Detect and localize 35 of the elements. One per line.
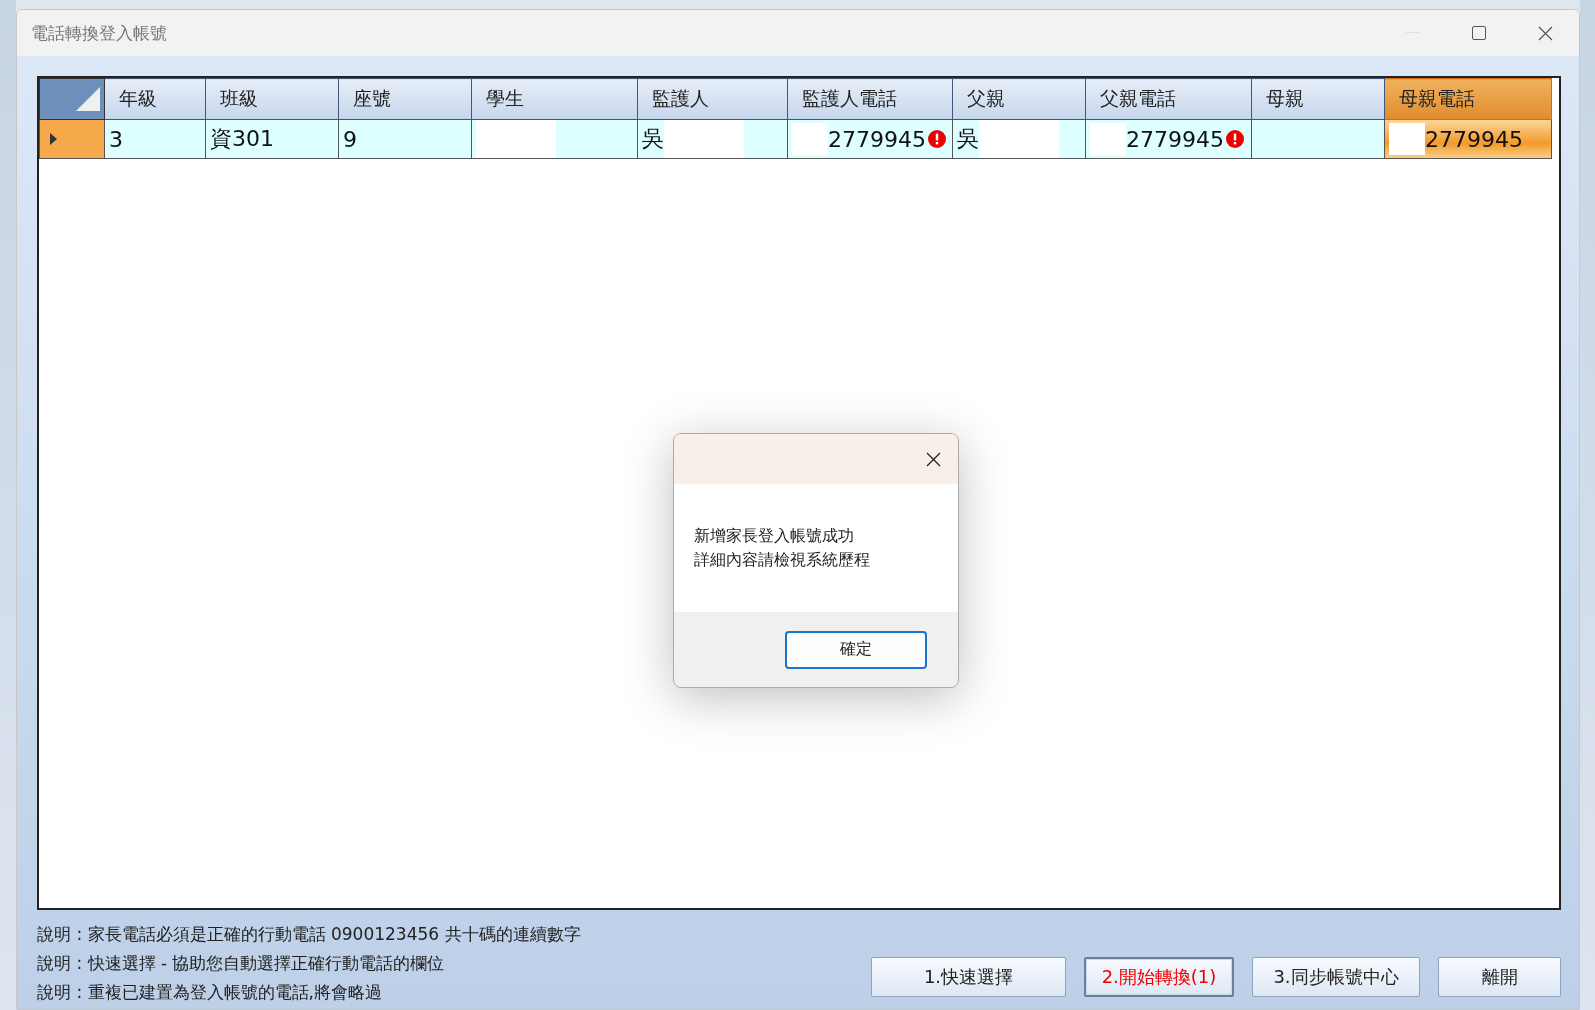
column-header[interactable]: 班級 — [205, 78, 339, 120]
action-button[interactable]: 3.同步帳號中心 — [1252, 957, 1420, 997]
action-button[interactable]: 離開 — [1438, 957, 1561, 997]
column-header[interactable]: 年級 — [104, 78, 206, 120]
cell-text: 吳 — [957, 125, 979, 153]
ok-button[interactable]: 確定 — [785, 630, 927, 669]
column-header[interactable]: 母親 — [1251, 78, 1385, 120]
window-title: 電話轉換登入帳號 — [31, 21, 167, 45]
note-text: 說明 : 家長電話必須是正確的行動電話 0900123456 共十碼的連續數字 — [37, 923, 581, 946]
cell-text: 2779945 — [828, 126, 926, 152]
cell-text: 3 — [109, 126, 123, 152]
cell-text: 吳 — [642, 125, 664, 153]
cell-text: 資301 — [210, 125, 274, 153]
column-header[interactable]: 父親電話 — [1085, 78, 1252, 120]
column-header[interactable]: 學生 — [471, 78, 638, 120]
column-header[interactable]: 母親電話 — [1384, 78, 1552, 120]
column-header[interactable]: 座號 — [338, 78, 472, 120]
close-icon[interactable] — [926, 451, 941, 467]
column-header[interactable]: 監護人 — [637, 78, 788, 120]
column-header[interactable]: 監護人電話 — [787, 78, 953, 120]
corner-triangle-icon — [76, 87, 100, 111]
dialog-message: 新增家長登入帳號成功 詳細內容請檢視系統歷程 — [694, 525, 870, 571]
maximize-icon[interactable] — [1472, 26, 1486, 40]
note-text: 說明 : 快速選擇 - 協助您自動選擇正確行動電話的欄位 — [37, 952, 446, 975]
note-text: 說明 : 重複已建置為登入帳號的電話,將會略過 — [37, 981, 383, 1004]
current-row-icon — [50, 133, 57, 145]
action-button[interactable]: 1.快速選擇 — [871, 957, 1066, 997]
select-all-corner[interactable] — [39, 78, 105, 120]
cell-text: 2779945 — [1425, 126, 1523, 152]
close-icon[interactable] — [1538, 25, 1553, 41]
cell-text: 2779945 — [1126, 126, 1224, 152]
cell-text: 9 — [343, 126, 357, 152]
action-button[interactable]: 2.開始轉換(1) — [1084, 957, 1234, 997]
column-header[interactable]: 父親 — [952, 78, 1086, 120]
row-header[interactable] — [39, 119, 105, 159]
